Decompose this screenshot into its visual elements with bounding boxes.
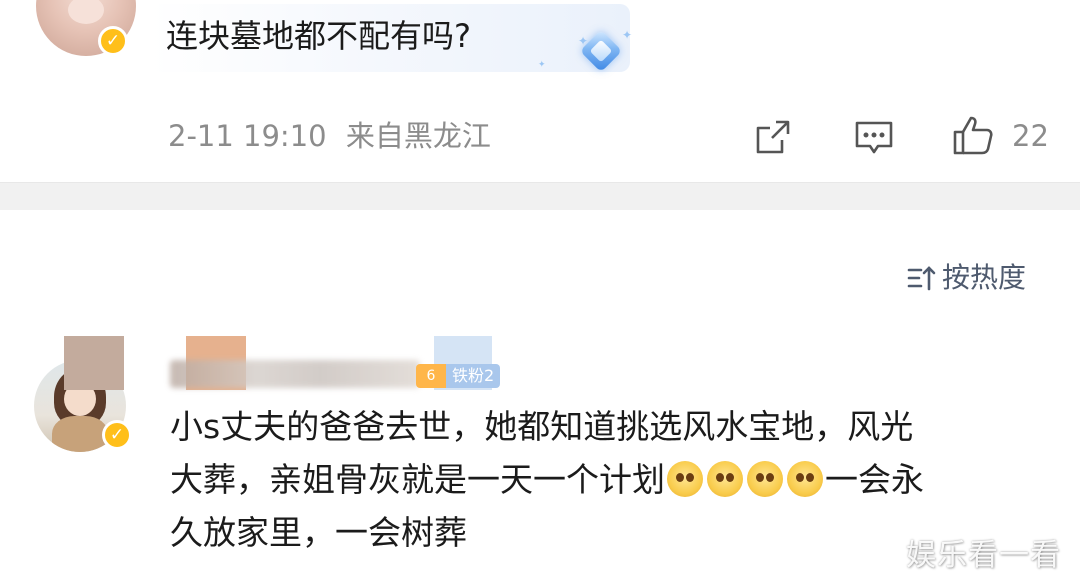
comment-line: 小s丈夫的爸爸去世，她都知道挑选风水宝地，风光 (170, 407, 914, 446)
comment-line: 大葬，亲姐骨灰就是一天一个计划 一会永 (170, 453, 1050, 506)
pleading-emoji-icon (787, 461, 823, 497)
comment-line-part: 大葬，亲姐骨灰就是一天一个计划 (170, 460, 665, 499)
sort-icon (907, 266, 936, 291)
sort-button[interactable]: 按热度 (906, 260, 1026, 296)
sort-label: 按热度 (942, 261, 1027, 294)
verified-badge-icon: ✓ (102, 420, 132, 450)
fan-badge-label: 铁粉2 (446, 364, 501, 388)
username-blurred[interactable] (170, 360, 420, 388)
sparkle-icon: ✦ (578, 34, 589, 48)
section-divider (0, 182, 1080, 210)
comment-text: 连块墓地都不配有吗? (166, 17, 471, 55)
comment-time: 2-11 19:10 (168, 119, 327, 153)
fan-level: 6 (416, 364, 446, 388)
comment-icon[interactable] (854, 120, 894, 156)
like-count: 22 (1012, 119, 1049, 153)
mosaic-block (64, 336, 124, 390)
comment-location: 来自黑龙江 (345, 119, 491, 153)
like-icon[interactable] (952, 114, 994, 156)
pleading-emoji-icon (747, 461, 783, 497)
comment-line-part: 一会永 (825, 460, 924, 499)
sparkle-icon: ✦ (538, 60, 546, 70)
watermark: 娱乐看一看 (906, 538, 1061, 573)
verified-badge-icon: ✓ (98, 26, 128, 56)
pleading-emoji-icon (667, 461, 703, 497)
pleading-emoji-icon (707, 461, 743, 497)
fan-badge: 6 铁粉2 (416, 364, 501, 388)
sparkle-icon: ✦ (622, 28, 633, 42)
comment-meta: 2-11 19:10 来自黑龙江 (168, 118, 491, 154)
share-icon[interactable] (754, 118, 792, 156)
